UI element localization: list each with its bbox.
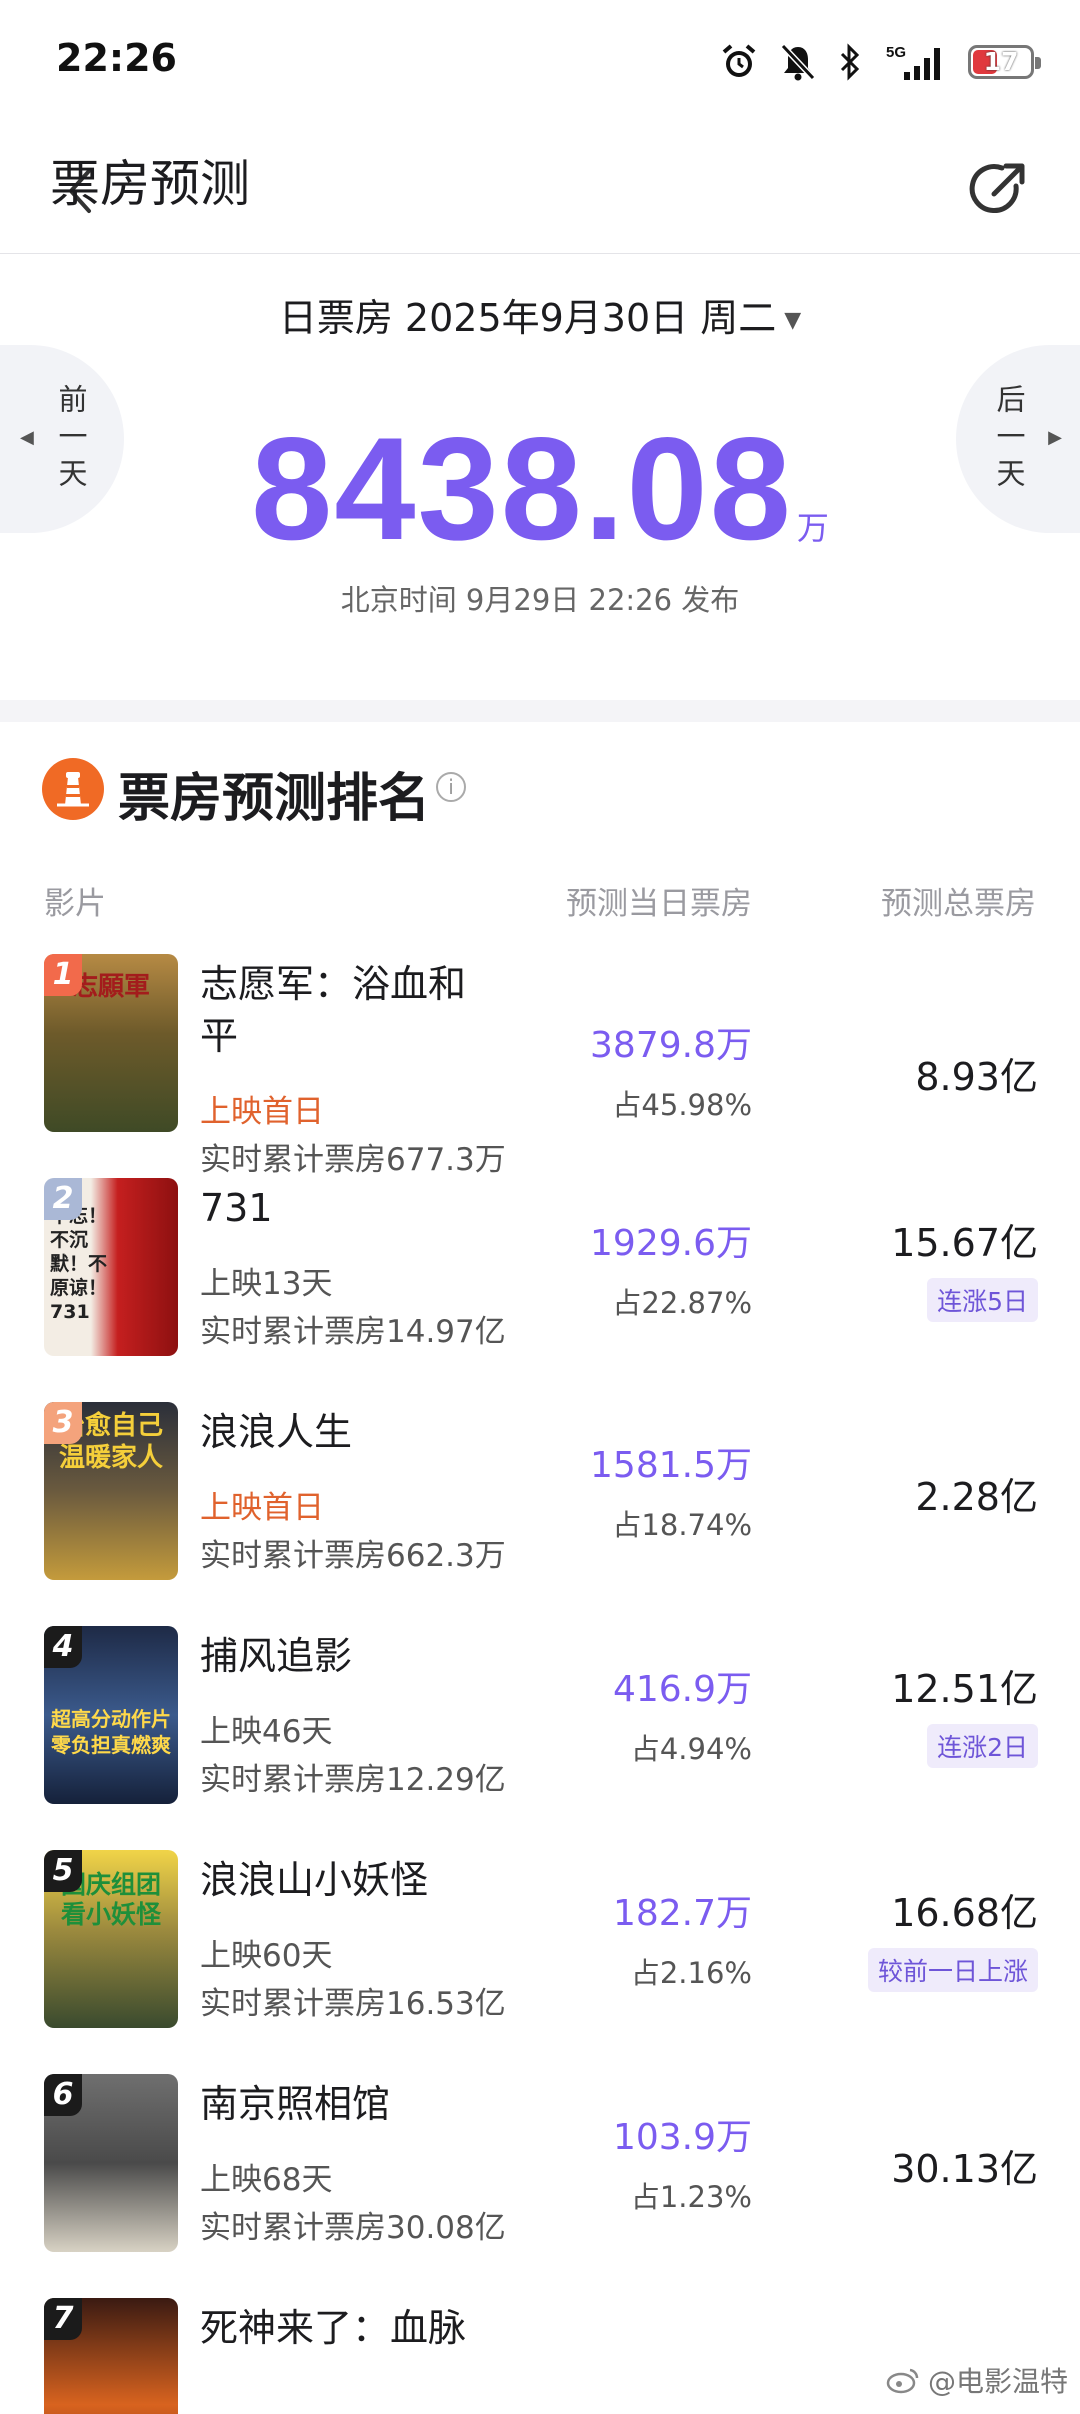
release-status: 上映首日 (200, 1490, 324, 1526)
poster-text: 不忘！不沉默！不原谅！ 731 (50, 1205, 108, 1323)
status-bar: 22:26 5G 17 (0, 0, 1080, 126)
rank-badge: 2 (44, 1178, 82, 1220)
forecast-total: 30.13亿 (891, 2147, 1038, 2191)
rank-badge: 5 (44, 1850, 82, 1892)
rank-badge: 3 (44, 1402, 82, 1444)
release-status: 上映68天 (200, 2162, 333, 2198)
film-poster: 超高分动作片 零负担真燃爽 4 (44, 1626, 178, 1804)
forecast-today: 1929.6万 (590, 1223, 752, 1264)
forecast-total: 8.93亿 (915, 1055, 1038, 1099)
film-poster: 志願軍 1 (44, 954, 178, 1132)
mute-icon (780, 43, 816, 81)
date-selector[interactable]: 日票房 2025年9月30日 周二 ▼ (0, 287, 1080, 342)
nav-bar: 票房预测 (0, 126, 1080, 254)
publish-time: 北京时间 9月29日 22:26 发布 (340, 583, 740, 617)
cumulative-box-office: 实时累计票房662.3万 (200, 1538, 506, 1574)
ranking-title: 票房预测排名 (118, 769, 431, 829)
film-row[interactable]: 超高分动作片 零负担真燃爽 4 捕风追影 上映46天 实时累计票房12.29亿 … (0, 1622, 1080, 1846)
forecast-share: 占2.16% (630, 1956, 752, 1990)
daily-total: 8438.08 万 (0, 405, 1080, 573)
film-title: 捕风追影 (200, 1634, 353, 1678)
alarm-icon (720, 43, 758, 81)
rank-badge: 1 (44, 954, 82, 996)
column-total-forecast: 预测总票房 (881, 886, 1036, 922)
rank-badge: 6 (44, 2074, 82, 2116)
forecast-share: 占1.23% (630, 2180, 752, 2214)
date-label: 日票房 2025年9月30日 周二 (278, 296, 777, 340)
forecast-total: 2.28亿 (915, 1475, 1038, 1519)
daily-total-unit: 万 (796, 509, 829, 547)
rank-badge: 4 (44, 1626, 82, 1668)
trend-badge: 连涨2日 (927, 1724, 1038, 1768)
film-row[interactable]: 不忘！不沉默！不原谅！ 731 2 731 上映13天 实时累计票房14.97亿… (0, 1174, 1080, 1398)
forecast-today: 103.9万 (612, 2117, 752, 2158)
film-poster: 7 (44, 2298, 178, 2414)
caret-down-icon: ▼ (784, 308, 802, 333)
film-row[interactable]: 6 南京照相馆 上映68天 实时累计票房30.08亿 103.9万 占1.23%… (0, 2070, 1080, 2294)
section-divider (0, 700, 1080, 722)
film-title: 浪浪山小妖怪 (200, 1858, 429, 1902)
forecast-total: 12.51亿 (891, 1667, 1038, 1711)
forecast-share: 占45.98% (612, 1088, 752, 1122)
cumulative-box-office: 实时累计票房16.53亿 (200, 1986, 506, 2022)
trend-badge: 连涨5日 (927, 1278, 1038, 1322)
film-row[interactable]: 国庆组团 看小妖怪 5 浪浪山小妖怪 上映60天 实时累计票房16.53亿 18… (0, 1846, 1080, 2070)
release-status: 上映60天 (200, 1938, 333, 1974)
rank-badge: 7 (44, 2298, 82, 2340)
film-poster: 治愈自己 温暖家人 3 (44, 1402, 178, 1580)
ranking-header: 票房预测排名 i (0, 748, 1080, 838)
watermark: @电影温特 (886, 2360, 1068, 2400)
film-row[interactable]: 志願軍 1 志愿军：浴血和平 上映首日 实时累计票房677.3万 3879.8万… (0, 950, 1080, 1178)
page-title: 票房预测 (50, 155, 250, 213)
battery-icon: 17 (968, 45, 1041, 79)
signal-icon: 5G (884, 42, 946, 82)
info-icon[interactable]: i (436, 772, 466, 802)
cumulative-box-office: 实时累计票房677.3万 (200, 1142, 506, 1178)
film-title: 浪浪人生 (200, 1410, 353, 1454)
film-title: 志愿军：浴血和平 (200, 962, 467, 1058)
forecast-today: 3879.8万 (590, 1025, 752, 1066)
film-title: 死神来了：血脉 (200, 2306, 467, 2350)
film-poster: 不忘！不沉默！不原谅！ 731 2 (44, 1178, 178, 1356)
forecast-total: 15.67亿 (891, 1221, 1038, 1265)
watermark-text: @电影温特 (927, 2365, 1068, 2398)
forecast-today: 416.9万 (612, 1669, 752, 1710)
cumulative-box-office: 实时累计票房30.08亿 (200, 2210, 506, 2246)
trend-badge: 较前一日上涨 (867, 1948, 1038, 1992)
daily-summary: 日票房 2025年9月30日 周二 ▼ ◀ 前一天 后一天 ▶ 8438.08 万 … (0, 255, 1080, 700)
forecast-today: 182.7万 (612, 1893, 752, 1934)
film-title: 731 (200, 1186, 273, 1230)
ranking-columns: 影片 预测当日票房 预测总票房 (0, 878, 1080, 924)
daily-total-amount: 8438.08 (251, 407, 793, 570)
forecast-today: 1581.5万 (590, 1445, 752, 1486)
lighthouse-icon (42, 758, 104, 820)
forecast-share: 占22.87% (612, 1286, 752, 1320)
release-status: 上映13天 (200, 1266, 333, 1302)
forecast-share: 占4.94% (630, 1732, 752, 1766)
film-poster: 6 (44, 2074, 178, 2252)
release-status: 上映首日 (200, 1094, 324, 1130)
film-title: 南京照相馆 (200, 2082, 391, 2126)
forecast-total: 16.68亿 (891, 1891, 1038, 1935)
column-film: 影片 (44, 886, 106, 922)
film-poster: 国庆组团 看小妖怪 5 (44, 1850, 178, 2028)
svg-text:5G: 5G (886, 44, 906, 61)
film-row[interactable]: 治愈自己 温暖家人 3 浪浪人生 上映首日 实时累计票房662.3万 1581.… (0, 1398, 1080, 1622)
forecast-share: 占18.74% (612, 1508, 752, 1542)
poster-text: 超高分动作片 零负担真燃爽 (51, 1707, 171, 1757)
bluetooth-icon (838, 43, 862, 81)
release-status: 上映46天 (200, 1714, 333, 1750)
status-time: 22:26 (56, 36, 177, 80)
share-icon (969, 163, 1025, 214)
ranking-list: 志願軍 1 志愿军：浴血和平 上映首日 实时累计票房677.3万 3879.8万… (0, 950, 1080, 2414)
status-icons: 5G 17 (720, 40, 1041, 84)
share-button[interactable] (964, 156, 1032, 224)
cumulative-box-office: 实时累计票房12.29亿 (200, 1762, 506, 1798)
weibo-icon (886, 2368, 919, 2394)
column-today-forecast: 预测当日票房 (566, 886, 752, 922)
cumulative-box-office: 实时累计票房14.97亿 (200, 1314, 506, 1350)
